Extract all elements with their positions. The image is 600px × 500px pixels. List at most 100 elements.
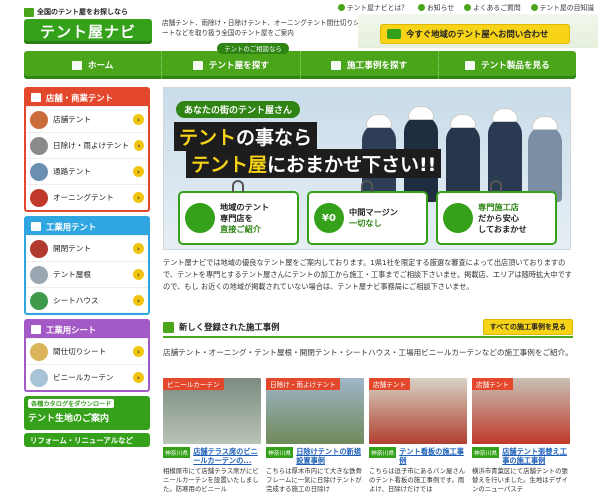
case-title-link[interactable]: テント看板の施工事例 xyxy=(399,447,467,465)
case-card[interactable]: 店舗テント 神奈川県 テント看板の施工事例 こちらは逗子市にあるパン屋さんのテント… xyxy=(369,378,467,494)
sheet-icon xyxy=(31,325,41,334)
sidebar-group-title: 工業用テント xyxy=(26,218,148,235)
catalog-banner-title: テント生地のご案内 xyxy=(28,414,110,424)
case-title-link[interactable]: 日除けテントの新規設置事例 xyxy=(296,447,364,465)
sidebar-item-tent-roof[interactable]: テント屋根 › xyxy=(26,261,148,287)
nav-home[interactable]: ホーム xyxy=(24,51,163,79)
helmet-icon xyxy=(450,114,476,128)
case-excerpt: こちらは逗子市にあるパン屋さんのテント看板の施工事例です。雨よけ、日除けだけでは xyxy=(369,467,466,493)
sidebar-group-title: 店舗・商業テント xyxy=(26,89,148,106)
top-link-news[interactable]: お知らせ xyxy=(417,2,454,14)
case-excerpt: 横浜市青葉区にて店舗テントの張替えを行いました。生地はデザインのニューパステ xyxy=(472,467,568,493)
helmet-icon xyxy=(532,116,558,130)
sidebar-group-industrial-sheet: 工業用シート 間仕切りシート › ビニールカーテン › xyxy=(24,319,150,392)
sunshade-thumb xyxy=(30,136,48,155)
chevron-right-icon: › xyxy=(133,192,144,203)
shop-icon xyxy=(31,93,41,102)
tools-icon xyxy=(163,321,174,333)
cases-title: 新しく登録された施工事例 xyxy=(179,322,280,332)
helmet-icon xyxy=(366,114,392,128)
yen-icon: ¥0 xyxy=(314,203,344,233)
case-photo[interactable]: 店舗テント xyxy=(369,378,467,444)
chevron-right-icon: › xyxy=(133,166,144,177)
sidebar-group-title: 工業用シート xyxy=(26,321,148,338)
passage-thumb xyxy=(30,162,48,181)
sidebar-item-vinyl-curtain[interactable]: ビニールカーテン › xyxy=(26,364,148,390)
sidebar-item-sheet-house[interactable]: シートハウス › xyxy=(26,287,148,313)
helmet-icon xyxy=(408,106,434,120)
contact-button[interactable]: 今すぐ地域のテント屋へお問い合わせ xyxy=(380,24,570,44)
site-title[interactable]: テント屋ナビ xyxy=(24,19,152,44)
all-cases-button[interactable]: すべての施工事例を見る xyxy=(482,319,573,335)
shop-icon xyxy=(185,203,215,233)
opening-tent-thumb xyxy=(30,239,48,258)
case-title-link[interactable]: 店舗テント張替え工事の施工事例 xyxy=(502,447,570,465)
chevron-right-icon: › xyxy=(133,346,144,357)
chevron-right-icon: › xyxy=(133,295,144,306)
case-excerpt: こちらは厚木市内にて大きな鉄骨フレームに一気に日除けテントが完成する施工の日除け xyxy=(266,467,362,493)
home-icon xyxy=(71,60,82,70)
chevron-right-icon: › xyxy=(133,140,144,151)
nav-find-cases[interactable]: 施工事例を探す xyxy=(301,51,439,79)
hero-catch-line2: テント屋におまかせ下さい!! xyxy=(186,149,442,178)
hero-tagline: あなたの街のテント屋さん xyxy=(176,101,301,118)
main-nav: テントのご相談なら ホーム テント屋を探す 施工事例を探す テント製品を見る xyxy=(24,43,576,79)
book-icon xyxy=(530,4,538,11)
case-cards: ビニールカーテン 神奈川県 店舗テラス席のビニールカーテンの... 相模原市にて店… xyxy=(163,378,573,494)
chevron-right-icon: › xyxy=(133,372,144,383)
case-card[interactable]: 店舗テント 神奈川県 店舗テント張替え工事の施工事例 横浜市青葉区にて店舗テントの… xyxy=(472,378,570,494)
factory-icon xyxy=(31,222,41,231)
tent-icon xyxy=(464,60,475,70)
case-photo[interactable]: ビニールカーテン xyxy=(163,378,261,444)
sidebar-item-partition[interactable]: 間仕切りシート › xyxy=(26,338,148,364)
feature-local-shop: 地域のテント 専門店を 直接ご紹介 xyxy=(178,180,299,245)
nav-products[interactable]: テント製品を見る xyxy=(439,51,576,79)
vinyl-curtain-thumb xyxy=(30,368,48,387)
cases-intro: 店舗テント・オーニング・テント屋根・開閉テント・シートハウス・工場用ビニールカー… xyxy=(163,348,573,357)
case-title-link[interactable]: 店舗テラス席のビニールカーテンの... xyxy=(193,447,261,465)
case-card[interactable]: ビニールカーテン 神奈川県 店舗テラス席のビニールカーテンの... 相模原市にて店… xyxy=(163,378,261,494)
hanger-icon xyxy=(490,180,502,192)
awning-thumb xyxy=(30,188,48,207)
sidebar-item-sunshade[interactable]: 日除け・雨よけテント › xyxy=(26,132,148,158)
chevron-right-icon: › xyxy=(133,243,144,254)
nav-find-shop[interactable]: テント屋を探す xyxy=(162,51,301,79)
mail-icon xyxy=(417,4,425,11)
reform-banner[interactable]: リフォーム・リニューアルなど xyxy=(24,433,150,447)
feature-specialist: 専門施工店 だから安心 しておまかせ xyxy=(436,180,557,245)
hero-catch-line1: テントの事なら xyxy=(174,122,318,151)
site-description: 店舗テント、雨除け・日除けテント、オーニングテント間仕切りシートなどを取り扱う全… xyxy=(162,19,360,37)
top-link-about[interactable]: テント屋ナビとは？ xyxy=(337,2,408,14)
tent-roof-thumb xyxy=(30,265,48,284)
catalog-banner[interactable]: 各種カタログをダウンロード テント生地のご案内 xyxy=(24,396,150,430)
hanger-icon xyxy=(232,180,244,192)
chevron-right-icon: › xyxy=(133,269,144,280)
mail-icon xyxy=(387,29,401,39)
helmet-icon xyxy=(443,203,473,233)
catalog-banner-sub: 各種カタログをダウンロード xyxy=(28,399,115,408)
sidebar-group-commercial: 店舗・商業テント 店舗テント › 日除け・雨よけテント › 通路テント › オーニング… xyxy=(24,87,150,212)
top-link-faq[interactable]: よくあるご質問 xyxy=(464,2,521,14)
hero-banner: あなたの街のテント屋さん テントの事なら テント屋におまかせ下さい!! 地域のテ… xyxy=(163,87,571,250)
case-photo[interactable]: 店舗テント xyxy=(472,378,570,444)
top-link-knowledge[interactable]: テント屋の目知識 xyxy=(530,2,594,14)
cases-heading: 新しく登録された施工事例 すべての施工事例を見る xyxy=(163,318,573,338)
shop-tent-thumb xyxy=(30,110,48,129)
feature-no-margin: ¥0 中間マージン 一切なし xyxy=(307,180,428,245)
sidebar-item-shop-tent[interactable]: 店舗テント › xyxy=(26,106,148,132)
sidebar-item-passage[interactable]: 通路テント › xyxy=(26,158,148,184)
sidebar: 店舗・商業テント 店舗テント › 日除け・雨よけテント › 通路テント › オーニング… xyxy=(24,87,150,447)
site-logo[interactable]: 全国のテント屋をお探しなら テント屋ナビ xyxy=(24,6,154,44)
chevron-right-icon: › xyxy=(133,114,144,125)
house-icon xyxy=(24,7,34,17)
case-excerpt: 相模原市にて店舗テラス席がにビニールカーテンを設置いたしました。防寒用のビニール xyxy=(163,467,259,493)
sidebar-item-opening-tent[interactable]: 開閉テント › xyxy=(26,235,148,261)
helmet-icon xyxy=(492,108,518,122)
shop-icon xyxy=(192,60,203,70)
header: 全国のテント屋をお探しなら テント屋ナビ 店舗テント、雨除け・日除けテント、オー… xyxy=(0,0,600,50)
case-photo[interactable]: 日除け・雨よけテント xyxy=(266,378,364,444)
sidebar-item-awning[interactable]: オーニングテント › xyxy=(26,184,148,210)
logo-tagline: 全国のテント屋をお探しなら xyxy=(24,6,128,18)
sheet-house-thumb xyxy=(30,291,48,310)
case-card[interactable]: 日除け・雨よけテント 神奈川県 日除けテントの新規設置事例 こちらは厚木市内にて大… xyxy=(266,378,364,494)
